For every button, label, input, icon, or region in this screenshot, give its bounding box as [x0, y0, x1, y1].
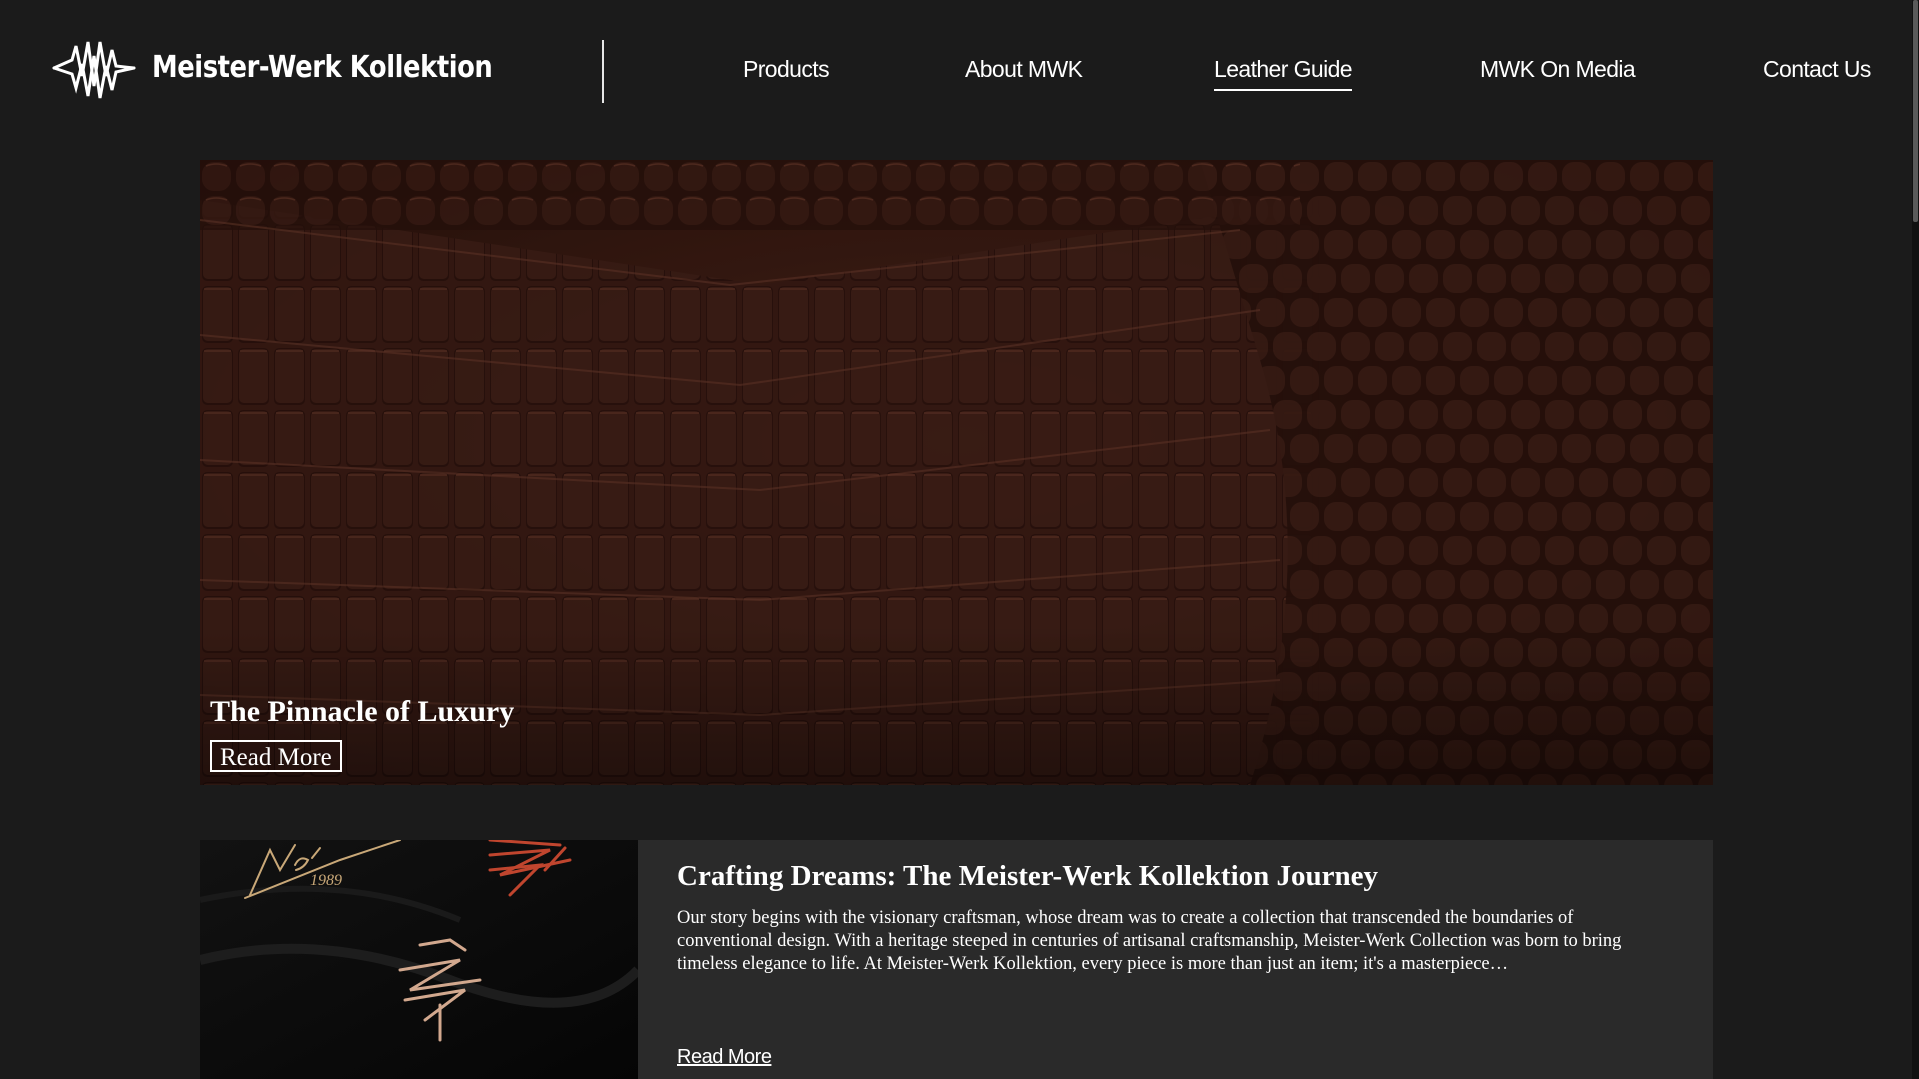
svg-text:1989: 1989 [310, 872, 342, 889]
embroidered-fabric-image: 1989 [200, 840, 638, 1079]
nav-item-products[interactable]: Products [743, 56, 830, 83]
hero-title[interactable]: The Pinnacle of Luxury [210, 695, 514, 729]
article-body: Crafting Dreams: The Meister-Werk Kollek… [677, 860, 1667, 976]
nav-item-about-mwk[interactable]: About MWK [965, 56, 1083, 83]
article-excerpt: Our story begins with the visionary craf… [677, 908, 1622, 974]
nav-item-mwk-on-media[interactable]: MWK On Media [1480, 56, 1636, 83]
article-card: 1989 Crafting Dreams: The Meister-Werk K… [200, 840, 1713, 1079]
article-read-more-link[interactable]: Read More [677, 1046, 772, 1069]
scrollbar-thumb[interactable] [1913, 0, 1918, 222]
nav-item-contact-us[interactable]: Contact Us [1763, 56, 1871, 83]
page-scrollbar[interactable] [1912, 0, 1919, 1079]
article-title[interactable]: Crafting Dreams: The Meister-Werk Kollek… [677, 860, 1667, 893]
site-header: Meister-Werk Kollektion Products About M… [0, 0, 1912, 145]
nav-item-leather-guide[interactable]: Leather Guide [1214, 56, 1353, 91]
main-nav: Products About MWK Leather Guide MWK On … [0, 56, 1912, 96]
article-image[interactable]: 1989 [200, 840, 638, 1079]
hero-read-more-button[interactable]: Read More [210, 740, 342, 772]
hero-banner[interactable]: The Pinnacle of Luxury Read More [200, 160, 1713, 785]
